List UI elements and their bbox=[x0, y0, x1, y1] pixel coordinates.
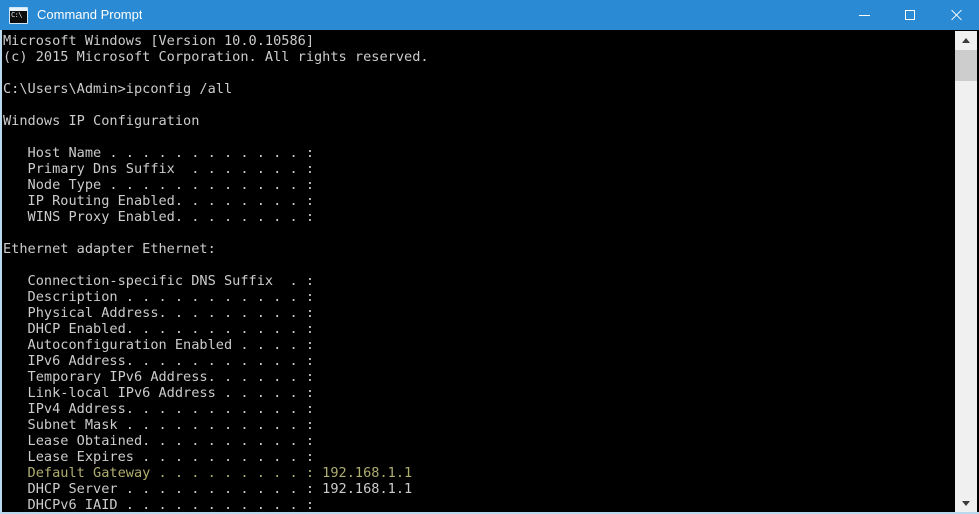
chevron-down-icon bbox=[962, 500, 970, 506]
console-line: Node Type . . . . . . . . . . . . : bbox=[3, 177, 314, 193]
maximize-icon bbox=[905, 10, 915, 20]
close-icon bbox=[949, 8, 963, 22]
console-line: Physical Address. . . . . . . . . : bbox=[3, 305, 314, 321]
command-prompt-window: C:\ Command Prompt Microsoft Windows [Ve… bbox=[0, 0, 979, 514]
console-line: Host Name . . . . . . . . . . . . : bbox=[3, 145, 314, 161]
console-line: IPv6 Address. . . . . . . . . . . : bbox=[3, 353, 314, 369]
chevron-up-icon bbox=[962, 37, 970, 43]
vertical-scrollbar[interactable] bbox=[955, 31, 977, 512]
maximize-button[interactable] bbox=[887, 0, 933, 30]
console-line: WINS Proxy Enabled. . . . . . . . : bbox=[3, 209, 314, 225]
scroll-down-button[interactable] bbox=[955, 494, 977, 512]
console-line: C:\Users\Admin>ipconfig /all bbox=[3, 81, 233, 97]
title-bar-left: C:\ Command Prompt bbox=[0, 0, 841, 30]
console-line: Windows IP Configuration bbox=[3, 113, 200, 129]
console-line: DHCPv6 IAID . . . . . . . . . . . : bbox=[3, 497, 314, 513]
console-line: Lease Obtained. . . . . . . . . . : bbox=[3, 433, 314, 449]
console-line: Lease Expires . . . . . . . . . . : bbox=[3, 449, 314, 465]
minimize-button[interactable] bbox=[841, 0, 887, 30]
console-line: Description . . . . . . . . . . . : bbox=[3, 289, 314, 305]
console-line: DHCP Enabled. . . . . . . . . . . : bbox=[3, 321, 314, 337]
console-line: Autoconfiguration Enabled . . . . : bbox=[3, 337, 314, 353]
window-controls bbox=[841, 0, 979, 30]
icon-prompt-text: C:\ bbox=[11, 10, 22, 19]
console-line: Primary Dns Suffix . . . . . . . : bbox=[3, 161, 314, 177]
console-line: Subnet Mask . . . . . . . . . . . : bbox=[3, 417, 314, 433]
scroll-up-button[interactable] bbox=[955, 31, 977, 49]
console-line: Default Gateway . . . . . . . . . : 192.… bbox=[3, 465, 413, 481]
console-line: Temporary IPv6 Address. . . . . . : bbox=[3, 369, 314, 385]
window-title: Command Prompt bbox=[37, 7, 143, 22]
console-line: Ethernet adapter Ethernet: bbox=[3, 241, 216, 257]
command-prompt-icon: C:\ bbox=[9, 6, 28, 24]
scrollbar-thumb[interactable] bbox=[955, 50, 977, 81]
close-button[interactable] bbox=[933, 0, 979, 30]
title-bar[interactable]: C:\ Command Prompt bbox=[0, 0, 979, 30]
console-line: IPv4 Address. . . . . . . . . . . : bbox=[3, 401, 314, 417]
console-line: IP Routing Enabled. . . . . . . . : bbox=[3, 193, 314, 209]
console-text: Microsoft Windows [Version 10.0.10586] (c… bbox=[2, 33, 952, 513]
console-output-area[interactable]: Microsoft Windows [Version 10.0.10586] (c… bbox=[0, 30, 979, 514]
scrollbar-track[interactable] bbox=[955, 49, 977, 494]
console-line: DHCP Server . . . . . . . . . . . : 192.… bbox=[3, 481, 413, 497]
minimize-icon bbox=[858, 14, 870, 16]
console-line: Microsoft Windows [Version 10.0.10586] bbox=[3, 33, 314, 49]
console-line: (c) 2015 Microsoft Corporation. All righ… bbox=[3, 49, 429, 65]
console-line: Connection-specific DNS Suffix . : bbox=[3, 273, 314, 289]
console-line: Link-local IPv6 Address . . . . . : bbox=[3, 385, 314, 401]
